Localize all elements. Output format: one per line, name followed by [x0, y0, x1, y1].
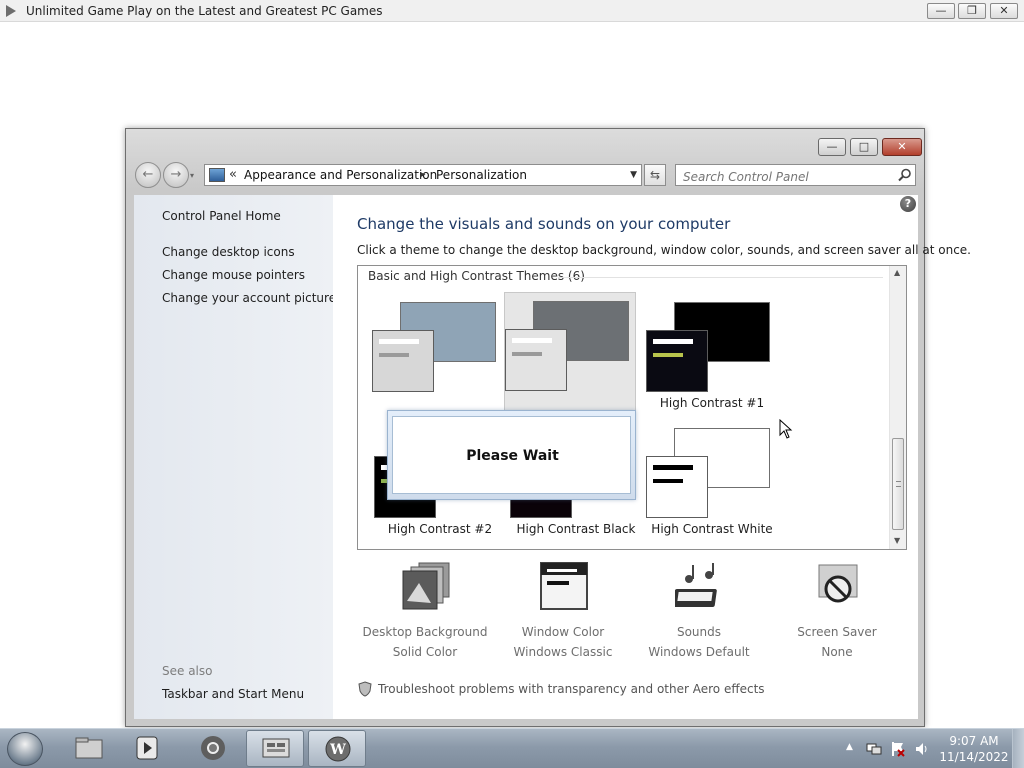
sounds-label[interactable]: Sounds — [629, 625, 769, 639]
mouse-cursor-icon — [779, 419, 793, 439]
forward-button[interactable]: → — [163, 162, 189, 188]
app-minimize-button[interactable]: — — [927, 3, 955, 19]
desktop-background-value[interactable]: Solid Color — [355, 645, 495, 659]
taskbar-explorer-button[interactable] — [60, 730, 118, 767]
taskbar: W ▲ 9:07 AM 11/14/2022 — [0, 728, 1024, 768]
address-chevron[interactable]: « — [229, 167, 237, 182]
app-logo-icon — [6, 5, 16, 17]
address-dropdown-icon[interactable]: ▼ — [630, 170, 637, 180]
breadcrumb-separator-icon[interactable]: ▸ — [421, 170, 426, 180]
breadcrumb-appearance[interactable]: Appearance and Personalization — [244, 168, 437, 182]
scroll-up-icon[interactable]: ▲ — [894, 268, 900, 277]
cp-maximize-button[interactable]: □ — [850, 138, 878, 156]
cp-minimize-button[interactable]: — — [818, 138, 846, 156]
window-color-icon — [540, 562, 588, 610]
app-title-bar: Unlimited Game Play on the Latest and Gr… — [0, 0, 1024, 22]
theme-tile-2[interactable] — [504, 292, 636, 414]
theme-label: High Contrast #2 — [387, 522, 493, 536]
theme-window-preview — [505, 329, 567, 391]
help-icon[interactable]: ? — [900, 196, 916, 212]
change-desktop-icons-link[interactable]: Change desktop icons — [162, 245, 295, 259]
app-restore-button[interactable]: ❐ — [958, 3, 986, 19]
please-wait-text: Please Wait — [466, 448, 559, 464]
see-also-label: See also — [162, 664, 213, 678]
sounds-value[interactable]: Windows Default — [629, 645, 769, 659]
theme-list-scrollbar[interactable]: ▲ ▼ — [889, 266, 906, 549]
game-app-icon: W — [325, 736, 351, 762]
network-icon[interactable] — [866, 741, 882, 757]
control-panel-icon — [262, 738, 290, 758]
sidebar: Control Panel Home Change desktop icons … — [134, 195, 336, 719]
media-player-icon — [136, 736, 158, 760]
app-window-title: Unlimited Game Play on the Latest and Gr… — [26, 4, 383, 18]
main-content: ? Change the visuals and sounds on your … — [333, 195, 971, 719]
show-hidden-icons-button[interactable]: ▲ — [846, 742, 853, 752]
theme-high-contrast-white[interactable]: High Contrast White — [646, 420, 778, 542]
chrome-icon — [201, 736, 225, 760]
action-center-flag-icon[interactable] — [890, 741, 906, 757]
desktop-background-setting[interactable]: Desktop Background Solid Color — [355, 561, 495, 661]
taskbar-media-player-button[interactable] — [118, 730, 176, 767]
window-color-label[interactable]: Window Color — [493, 625, 633, 639]
refresh-button[interactable]: ⇆ — [644, 164, 666, 186]
breadcrumb-personalization[interactable]: Personalization — [436, 168, 527, 182]
screen-saver-label[interactable]: Screen Saver — [767, 625, 907, 639]
please-wait-dialog: Please Wait — [387, 410, 636, 500]
back-button[interactable]: ← — [135, 162, 161, 188]
theme-list: Basic and High Contrast Themes (6) High … — [357, 265, 907, 550]
control-panel-icon — [209, 168, 225, 182]
page-title: Change the visuals and sounds on your co… — [357, 215, 731, 233]
window-color-value[interactable]: Windows Classic — [493, 645, 633, 659]
theme-window-preview — [646, 330, 708, 392]
section-title: Basic and High Contrast Themes (6) — [368, 269, 585, 283]
svg-text:W: W — [329, 742, 346, 758]
theme-high-contrast-1[interactable]: High Contrast #1 — [646, 294, 778, 416]
screen-saver-value[interactable]: None — [767, 645, 907, 659]
sounds-setting[interactable]: Sounds Windows Default — [629, 561, 769, 661]
theme-label: High Contrast White — [651, 522, 773, 536]
troubleshoot-link[interactable]: Troubleshoot problems with transparency … — [378, 682, 765, 696]
theme-window-preview — [372, 330, 434, 392]
system-tray: ▲ 9:07 AM 11/14/2022 — [840, 729, 1024, 768]
scrollbar-thumb[interactable] — [892, 438, 904, 530]
taskbar-game-app-button[interactable]: W — [308, 730, 366, 767]
window-color-setting[interactable]: Window Color Windows Classic — [493, 561, 633, 661]
clock-date[interactable]: 11/14/2022 — [938, 750, 1010, 764]
control-panel-home-link[interactable]: Control Panel Home — [162, 209, 281, 223]
theme-label: High Contrast #1 — [659, 396, 765, 410]
desktop-background-label[interactable]: Desktop Background — [355, 625, 495, 639]
start-button[interactable] — [7, 732, 43, 766]
shield-icon — [358, 681, 372, 697]
show-desktop-button[interactable] — [1012, 729, 1024, 768]
change-account-picture-link[interactable]: Change your account picture — [162, 291, 336, 305]
search-input[interactable] — [675, 164, 916, 186]
theme-label: High Contrast Black — [516, 522, 636, 536]
search-icon[interactable] — [898, 168, 912, 182]
section-divider — [558, 277, 883, 278]
app-close-button[interactable]: ✕ — [990, 3, 1018, 19]
screen-saver-setting[interactable]: Screen Saver None — [767, 561, 907, 661]
recent-pages-dropdown[interactable]: ▾ — [190, 171, 194, 180]
theme-window-preview — [646, 456, 708, 518]
scroll-down-icon[interactable]: ▼ — [894, 536, 900, 545]
change-mouse-pointers-link[interactable]: Change mouse pointers — [162, 268, 305, 282]
screen-saver-icon — [818, 564, 858, 603]
taskbar-start-menu-link[interactable]: Taskbar and Start Menu — [162, 687, 304, 701]
explorer-icon — [75, 737, 103, 759]
cp-close-button[interactable]: ✕ — [882, 138, 922, 156]
desktop-background-icon — [402, 562, 450, 610]
theme-tile-1[interactable] — [372, 294, 504, 416]
volume-icon[interactable] — [914, 741, 930, 757]
taskbar-control-panel-button[interactable] — [246, 730, 304, 767]
instruction-text: Click a theme to change the desktop back… — [357, 243, 971, 257]
sounds-icon — [675, 563, 717, 607]
clock-time[interactable]: 9:07 AM — [944, 734, 1004, 748]
taskbar-chrome-button[interactable] — [184, 730, 242, 767]
control-panel-window: — □ ✕ ← → ▾ « Appearance and Personaliza… — [125, 128, 971, 727]
address-bar[interactable]: « Appearance and Personalization ▸ Perso… — [204, 164, 642, 186]
